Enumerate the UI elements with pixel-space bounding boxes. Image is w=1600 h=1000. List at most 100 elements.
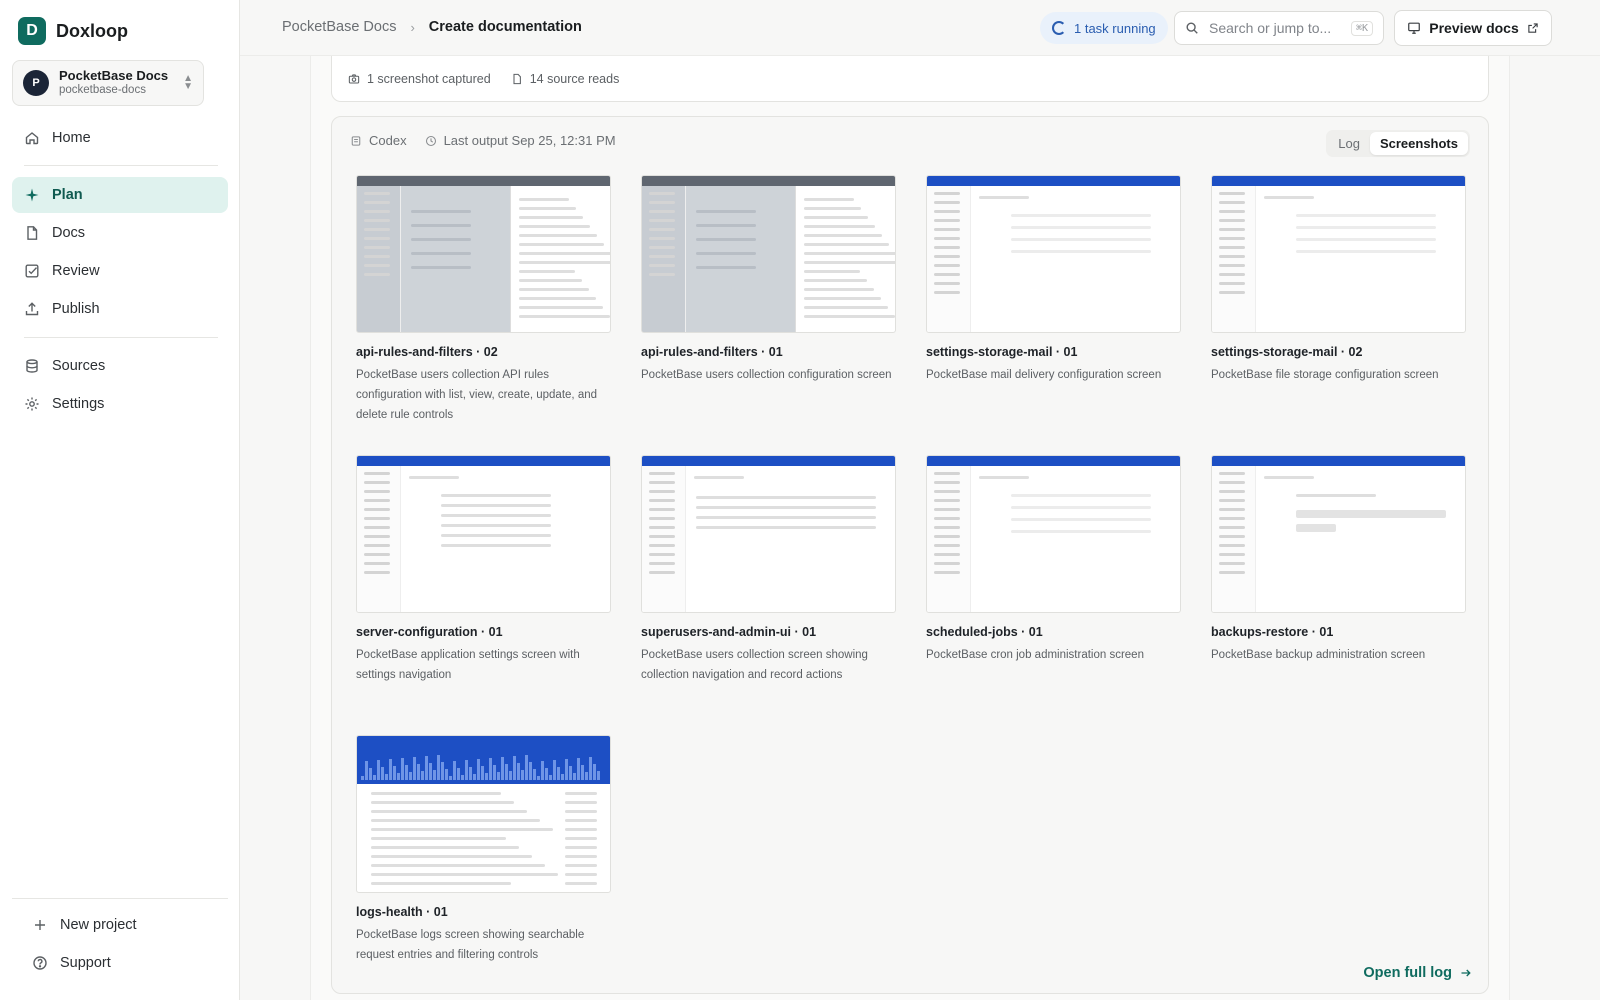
support-label: Support bbox=[60, 955, 111, 971]
screenshot-title: settings-storage-mail · 02 bbox=[1211, 345, 1363, 359]
sidebar-item-review[interactable]: Review bbox=[12, 253, 228, 289]
external-link-icon bbox=[1528, 23, 1538, 33]
screenshot-card[interactable]: backups-restore · 01 PocketBase backup ad… bbox=[1211, 455, 1466, 735]
arrow-right-icon bbox=[1461, 969, 1471, 977]
open-full-log-label: Open full log bbox=[1363, 965, 1452, 981]
search-placeholder: Search or jump to... bbox=[1209, 20, 1332, 36]
brand-name: Doxloop bbox=[56, 20, 128, 41]
screenshot-description: PocketBase cron job administration scree… bbox=[926, 649, 1144, 661]
screenshot-thumbnail[interactable] bbox=[1211, 455, 1466, 613]
last-output: Last output Sep 25, 12:31 PM bbox=[425, 133, 616, 148]
main-content: 1 screenshot captured 14 source reads Co… bbox=[310, 56, 1510, 1000]
screenshot-thumbnail[interactable] bbox=[926, 455, 1181, 613]
screenshot-title: server-configuration · 01 bbox=[356, 625, 503, 639]
sidebar-item-sources[interactable]: Sources bbox=[12, 348, 228, 384]
camera-icon bbox=[348, 73, 360, 84]
screenshot-card[interactable]: server-configuration · 01 PocketBase appl… bbox=[356, 455, 611, 735]
screenshot-title: api-rules-and-filters · 02 bbox=[356, 345, 498, 359]
monitor-icon bbox=[1408, 22, 1421, 34]
screenshot-thumbnail[interactable] bbox=[641, 455, 896, 613]
breadcrumb: PocketBase Docs › Create documentation bbox=[282, 19, 582, 35]
topbar: PocketBase Docs › Create documentation 1… bbox=[240, 0, 1600, 56]
sidebar-item-label: Publish bbox=[52, 301, 100, 317]
screenshot-title: logs-health · 01 bbox=[356, 905, 448, 919]
screenshot-card[interactable]: logs-health · 01 PocketBase logs screen s… bbox=[356, 735, 611, 1000]
screenshot-description: PocketBase logs screen showing searchabl… bbox=[356, 929, 585, 961]
screenshot-card[interactable]: api-rules-and-filters · 01 PocketBase use… bbox=[641, 175, 896, 455]
sidebar-item-label: Settings bbox=[52, 396, 105, 412]
sidebar-item-plan[interactable]: Plan bbox=[12, 177, 228, 213]
task-running-badge[interactable]: 1 task running bbox=[1040, 12, 1168, 44]
screenshot-card[interactable]: api-rules-and-filters · 02 PocketBase use… bbox=[356, 175, 611, 455]
sidebar-item-docs[interactable]: Docs bbox=[12, 215, 228, 251]
upload-icon bbox=[25, 302, 39, 316]
sidebar-item-home[interactable]: Home bbox=[12, 120, 228, 156]
screenshot-thumbnail[interactable] bbox=[1211, 175, 1466, 333]
preview-docs-label: Preview docs bbox=[1429, 20, 1519, 36]
screenshot-thumbnail[interactable] bbox=[641, 175, 896, 333]
spinner-icon bbox=[1052, 21, 1066, 35]
new-project-button[interactable]: New project bbox=[12, 907, 228, 943]
checkbox-icon bbox=[25, 264, 39, 278]
screenshot-grid: api-rules-and-filters · 02 PocketBase use… bbox=[356, 175, 1466, 1000]
shortcut-hint: ⌘K bbox=[1350, 20, 1373, 36]
brand[interactable]: D Doxloop bbox=[18, 17, 128, 45]
nav-workflow: Plan Docs Review Publish bbox=[12, 177, 228, 329]
screenshot-card[interactable]: settings-storage-mail · 02 PocketBase fil… bbox=[1211, 175, 1466, 455]
screenshot-description: PocketBase application settings screen w… bbox=[356, 649, 580, 681]
agent-icon bbox=[351, 135, 361, 146]
preview-docs-button[interactable]: Preview docs bbox=[1394, 10, 1552, 46]
search-input[interactable]: Search or jump to... ⌘K bbox=[1174, 11, 1384, 45]
screenshot-title: settings-storage-mail · 01 bbox=[926, 345, 1078, 359]
sparkle-icon bbox=[25, 188, 39, 202]
screenshot-thumbnail[interactable] bbox=[356, 455, 611, 613]
screenshot-stat: 1 screenshot captured bbox=[348, 72, 491, 86]
nav-config: Sources Settings bbox=[12, 348, 228, 424]
help-icon bbox=[33, 956, 47, 970]
brand-logo: D bbox=[18, 17, 46, 45]
project-switcher[interactable]: P PocketBase Docs pocketbase-docs ▲ ▼ bbox=[12, 60, 204, 106]
screenshot-description: PocketBase users collection configuratio… bbox=[641, 369, 892, 381]
panel-header: Codex Last output Sep 25, 12:31 PM bbox=[350, 133, 616, 148]
screenshot-card[interactable]: scheduled-jobs · 01 PocketBase cron job a… bbox=[926, 455, 1181, 735]
screenshot-card[interactable]: settings-storage-mail · 01 PocketBase mai… bbox=[926, 175, 1181, 455]
home-icon bbox=[25, 132, 39, 145]
sidebar-item-publish[interactable]: Publish bbox=[12, 291, 228, 327]
view-toggle: Log Screenshots bbox=[1326, 130, 1470, 157]
clock-icon bbox=[425, 135, 436, 146]
sidebar-item-label: Docs bbox=[52, 225, 86, 241]
breadcrumb-parent[interactable]: PocketBase Docs bbox=[282, 19, 396, 35]
sidebar-item-settings[interactable]: Settings bbox=[12, 386, 228, 422]
screenshot-description: PocketBase mail delivery configuration s… bbox=[926, 369, 1162, 381]
screenshot-card[interactable]: superusers-and-admin-ui · 01 PocketBase u… bbox=[641, 455, 896, 735]
screenshot-title: scheduled-jobs · 01 bbox=[926, 625, 1043, 639]
source-reads-label: 14 source reads bbox=[529, 71, 620, 86]
sidebar-footer: New project Support bbox=[12, 898, 228, 983]
tab-log[interactable]: Log bbox=[1328, 132, 1370, 155]
last-output-label: Last output Sep 25, 12:31 PM bbox=[443, 133, 616, 148]
divider bbox=[24, 337, 218, 338]
screenshot-title: api-rules-and-filters · 01 bbox=[641, 345, 783, 359]
search-icon bbox=[1186, 22, 1198, 34]
gear-icon bbox=[25, 397, 39, 411]
project-avatar: P bbox=[23, 70, 49, 96]
screenshot-thumbnail[interactable] bbox=[356, 735, 611, 893]
tab-screenshots[interactable]: Screenshots bbox=[1369, 132, 1468, 155]
support-button[interactable]: Support bbox=[12, 945, 228, 981]
nav-primary: Home bbox=[12, 120, 228, 158]
screenshot-title: backups-restore · 01 bbox=[1211, 625, 1334, 639]
screenshot-thumbnail[interactable] bbox=[926, 175, 1181, 333]
open-full-log-link[interactable]: Open full log bbox=[1363, 965, 1472, 981]
screenshot-thumbnail[interactable] bbox=[356, 175, 611, 333]
sidebar-item-label: Sources bbox=[52, 358, 106, 374]
plus-icon bbox=[35, 920, 45, 930]
screenshot-title: superusers-and-admin-ui · 01 bbox=[641, 625, 817, 639]
sidebar: D Doxloop P PocketBase Docs pocketbase-d… bbox=[0, 0, 240, 1000]
screenshot-stat-label: 1 screenshot captured bbox=[367, 71, 491, 86]
sidebar-item-label: Home bbox=[52, 130, 91, 146]
project-slug: pocketbase-docs bbox=[59, 83, 146, 96]
page-title: Create documentation bbox=[428, 19, 582, 35]
sidebar-item-label: Plan bbox=[52, 187, 83, 203]
agent-output-panel: Codex Last output Sep 25, 12:31 PM Log S… bbox=[331, 116, 1489, 994]
screenshot-description: PocketBase file storage configuration sc… bbox=[1211, 369, 1439, 381]
